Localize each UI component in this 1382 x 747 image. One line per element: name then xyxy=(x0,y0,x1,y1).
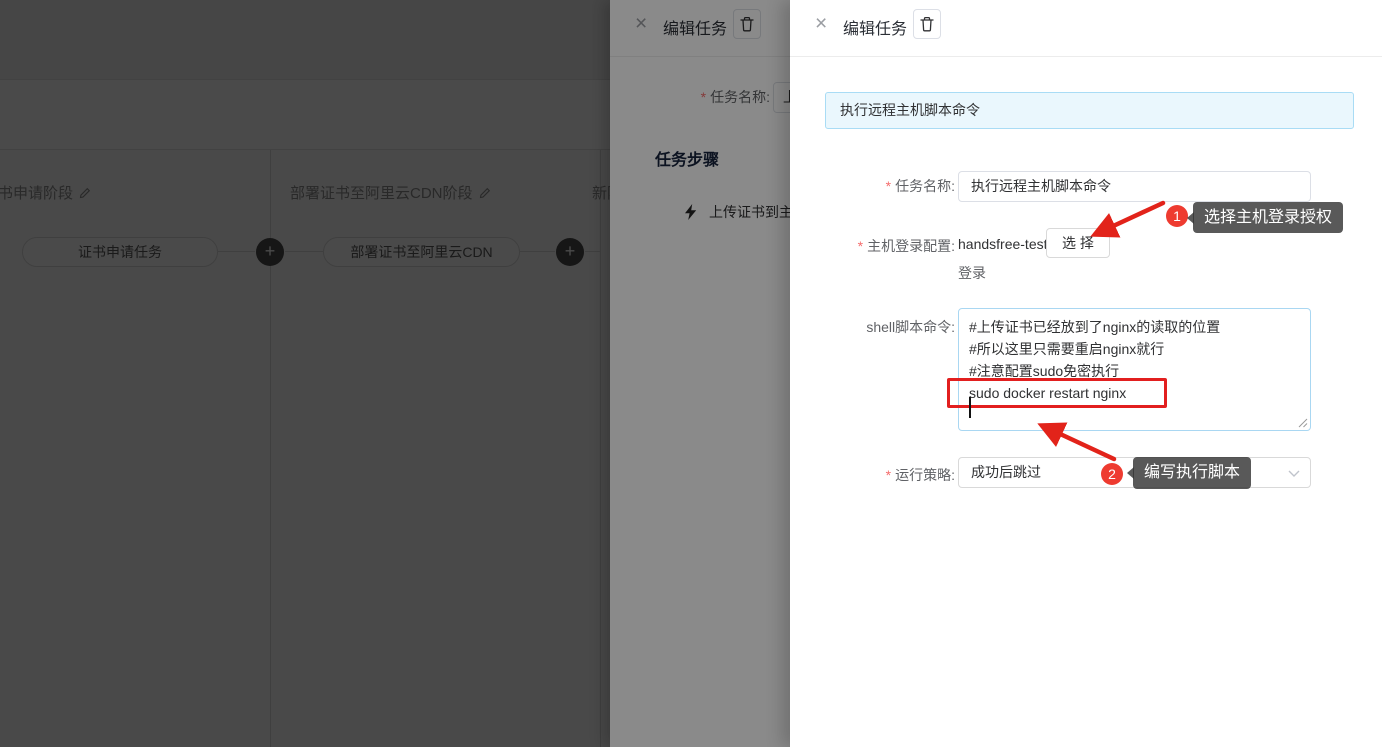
page: 证书申请阶段 部署证书至阿里云CDN阶段 新阶段 证书申请任务 部署证书至阿里云… xyxy=(0,0,1382,747)
required-marker: * xyxy=(886,178,891,194)
info-alert: 执行远程主机脚本命令 xyxy=(825,92,1354,129)
host-login-label: *主机登录配置: xyxy=(790,236,955,256)
run-policy-select[interactable]: 成功后跳过 xyxy=(958,457,1311,488)
shell-script-label: shell脚本命令: xyxy=(790,317,955,337)
run-policy-value: 成功后跳过 xyxy=(971,464,1041,480)
drawer-header: × 编辑任务 xyxy=(790,0,1382,57)
shell-line: #注意配置sudo免密执行 xyxy=(969,360,1300,382)
trash-icon xyxy=(920,16,934,32)
required-marker: * xyxy=(858,238,863,254)
label-text: shell脚本命令: xyxy=(866,319,955,335)
host-login-value-suffix: 登录 xyxy=(958,263,986,283)
run-policy-label: *运行策略: xyxy=(790,465,955,485)
edit-task-drawer: × 编辑任务 执行远程主机脚本命令 *任务名称: 执行远程主机脚本命令 *主机登… xyxy=(790,0,1382,747)
drawer-title: 编辑任务 xyxy=(843,15,907,39)
shell-line: #所以这里只需要重启nginx就行 xyxy=(969,338,1300,360)
label-text: 任务名称: xyxy=(895,178,955,194)
shell-line: sudo docker restart nginx xyxy=(969,382,1300,404)
shell-script-textarea[interactable]: #上传证书已经放到了nginx的读取的位置 #所以这里只需要重启nginx就行 … xyxy=(958,308,1311,431)
label-text: 主机登录配置: xyxy=(867,238,955,254)
resize-handle-icon[interactable] xyxy=(1298,418,1308,428)
required-marker: * xyxy=(886,467,891,483)
choose-host-button[interactable]: 选 择 xyxy=(1046,228,1110,258)
host-login-value: handsfree-test xyxy=(958,236,1048,252)
label-text: 运行策略: xyxy=(895,467,955,483)
close-icon[interactable]: × xyxy=(815,12,827,36)
chevron-down-icon xyxy=(1288,470,1300,477)
shell-line: #上传证书已经放到了nginx的读取的位置 xyxy=(969,316,1300,338)
task-name-input[interactable]: 执行远程主机脚本命令 xyxy=(958,171,1311,202)
modal-mask[interactable] xyxy=(0,0,790,747)
task-name-label: *任务名称: xyxy=(790,171,955,202)
delete-task-button[interactable] xyxy=(913,9,941,39)
